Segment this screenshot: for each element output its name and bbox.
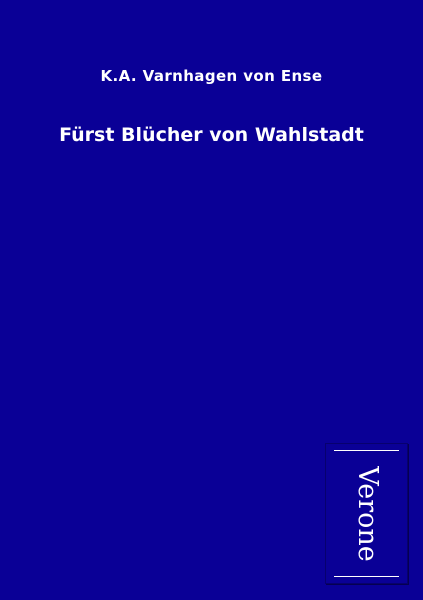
badge-top-rule xyxy=(334,450,399,451)
book-cover: K.A. Varnhagen von Ense Fürst Blücher vo… xyxy=(0,0,423,600)
book-title: Fürst Blücher von Wahlstadt xyxy=(59,124,364,146)
author-name: K.A. Varnhagen von Ense xyxy=(100,67,323,85)
badge-bottom-rule xyxy=(334,576,399,577)
publisher-badge: Verone xyxy=(325,443,408,584)
publisher-name: Verone xyxy=(351,465,383,562)
